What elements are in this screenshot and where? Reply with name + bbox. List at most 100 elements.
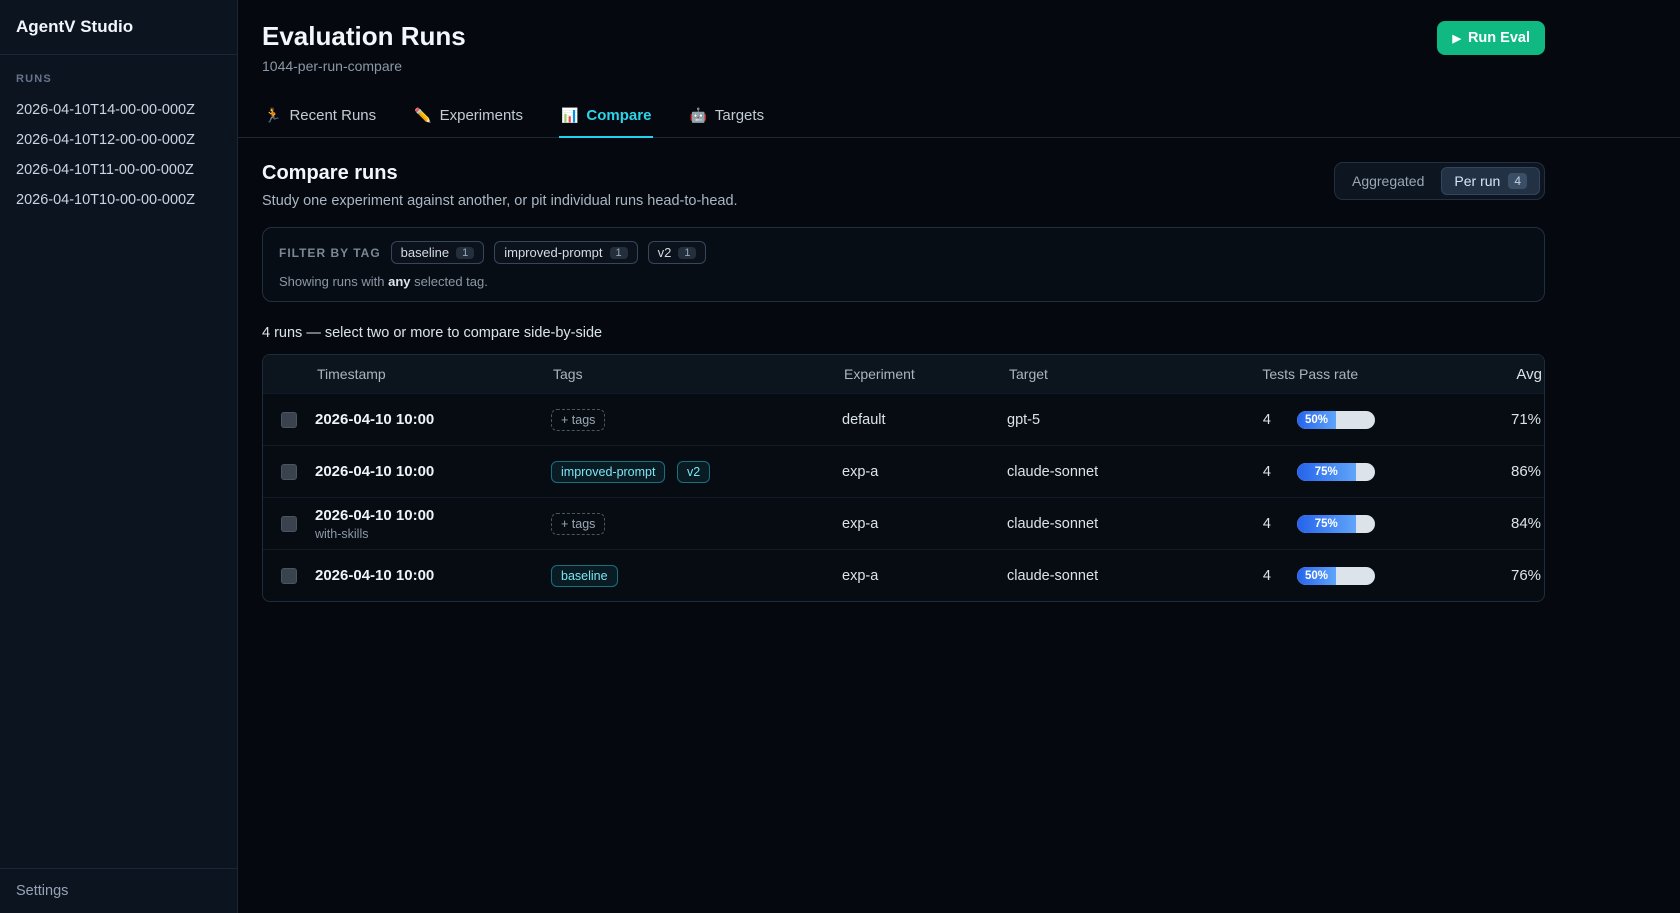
run-target: claude-sonnet xyxy=(1007,516,1237,532)
compare-section-header: Compare runs Study one experiment agains… xyxy=(238,162,1680,209)
run-avg: 76% xyxy=(1511,567,1545,584)
sidebar-section-label: RUNS xyxy=(0,55,237,95)
tab-label: Targets xyxy=(715,107,764,124)
table-row: 2026-04-10 10:00 improved-prompt v2 exp-… xyxy=(263,445,1544,497)
pass-rate-fill: 75% xyxy=(1297,463,1356,481)
run-experiment: exp-a xyxy=(842,464,1007,480)
filter-label: FILTER BY TAG xyxy=(279,246,381,260)
run-experiment: exp-a xyxy=(842,516,1007,532)
per-run-count-badge: 4 xyxy=(1508,173,1527,189)
col-tests: Tests xyxy=(1237,366,1297,382)
view-mode-toggle: Aggregated Per run 4 xyxy=(1334,162,1545,200)
run-experiment: default xyxy=(842,412,1007,428)
chip-label: improved-prompt xyxy=(504,245,602,260)
pass-rate-bar: 50% xyxy=(1297,567,1375,585)
runner-icon: 🏃 xyxy=(264,107,281,124)
run-tests: 4 xyxy=(1237,516,1297,532)
bar-chart-icon: 📊 xyxy=(561,107,578,124)
tag-chip[interactable]: improved-prompt xyxy=(551,461,665,483)
robot-icon: 🤖 xyxy=(689,107,706,124)
run-target: gpt-5 xyxy=(1007,412,1237,428)
run-eval-label: Run Eval xyxy=(1468,30,1530,46)
pass-rate-bar: 50% xyxy=(1297,411,1375,429)
run-tests: 4 xyxy=(1237,568,1297,584)
toggle-per-run-label: Per run xyxy=(1454,173,1500,189)
row-checkbox[interactable] xyxy=(281,516,297,532)
tab-label: Experiments xyxy=(440,107,523,124)
filter-chip-improved-prompt[interactable]: improved-prompt 1 xyxy=(494,241,637,264)
sidebar-item-settings[interactable]: Settings xyxy=(0,868,237,913)
chip-count-badge: 1 xyxy=(610,247,628,259)
run-avg: 84% xyxy=(1511,515,1545,532)
pass-rate-label: 75% xyxy=(1315,466,1338,478)
row-checkbox[interactable] xyxy=(281,568,297,584)
col-timestamp: Timestamp xyxy=(315,366,551,382)
chip-label: baseline xyxy=(401,245,449,260)
row-checkbox[interactable] xyxy=(281,412,297,428)
toggle-per-run[interactable]: Per run 4 xyxy=(1441,167,1540,195)
tab-compare[interactable]: 📊 Compare xyxy=(559,98,653,138)
pass-rate-bar: 75% xyxy=(1297,515,1375,533)
row-checkbox[interactable] xyxy=(281,464,297,480)
runs-table: Timestamp Tags Experiment Target Tests P… xyxy=(262,354,1545,602)
tab-recent-runs[interactable]: 🏃 Recent Runs xyxy=(262,98,378,138)
sidebar-spacer xyxy=(0,215,237,868)
tab-targets[interactable]: 🤖 Targets xyxy=(687,98,766,138)
run-timestamp: 2026-04-10 10:00 xyxy=(315,463,551,480)
col-experiment: Experiment xyxy=(842,366,1007,382)
page-title: Evaluation Runs xyxy=(262,21,466,52)
sidebar-run-item[interactable]: 2026-04-10T14-00-00-000Z xyxy=(0,95,237,125)
chip-count-badge: 1 xyxy=(456,247,474,259)
run-sublabel: with-skills xyxy=(315,527,551,541)
main-content: Evaluation Runs 1044-per-run-compare ▶ R… xyxy=(238,0,1680,913)
compare-heading: Compare runs xyxy=(262,162,738,185)
toggle-aggregated[interactable]: Aggregated xyxy=(1339,167,1437,195)
table-header-row: Timestamp Tags Experiment Target Tests P… xyxy=(263,355,1544,393)
tag-chip[interactable]: v2 xyxy=(677,461,710,483)
play-icon: ▶ xyxy=(1452,32,1460,45)
table-row: 2026-04-10 10:00 with-skills + tags exp-… xyxy=(263,497,1544,549)
run-target: claude-sonnet xyxy=(1007,464,1237,480)
tab-label: Compare xyxy=(586,107,651,124)
sidebar: AgentV Studio RUNS 2026-04-10T14-00-00-0… xyxy=(0,0,238,913)
add-tags-button[interactable]: + tags xyxy=(551,409,605,431)
app-title: AgentV Studio xyxy=(0,0,237,55)
compare-subheading: Study one experiment against another, or… xyxy=(262,193,738,209)
tab-bar: 🏃 Recent Runs ✏️ Experiments 📊 Compare 🤖… xyxy=(238,98,1680,138)
tag-filter-panel: FILTER BY TAG baseline 1 improved-prompt… xyxy=(262,227,1545,302)
pass-rate-label: 50% xyxy=(1305,414,1328,426)
sidebar-run-item[interactable]: 2026-04-10T12-00-00-000Z xyxy=(0,125,237,155)
col-pass-rate: Pass rate xyxy=(1297,366,1511,382)
chip-label: v2 xyxy=(658,245,672,260)
run-eval-button[interactable]: ▶ Run Eval xyxy=(1437,21,1545,55)
tab-label: Recent Runs xyxy=(289,107,376,124)
col-avg: Avg xyxy=(1511,366,1544,383)
run-avg: 71% xyxy=(1511,411,1545,428)
filter-chip-v2[interactable]: v2 1 xyxy=(648,241,707,264)
table-row: 2026-04-10 10:00 + tags default gpt-5 4 … xyxy=(263,393,1544,445)
filter-note: Showing runs with any selected tag. xyxy=(279,274,1528,289)
chip-count-badge: 1 xyxy=(678,247,696,259)
pass-rate-label: 50% xyxy=(1305,570,1328,582)
add-tags-button[interactable]: + tags xyxy=(551,513,605,535)
col-target: Target xyxy=(1007,366,1237,382)
sidebar-run-item[interactable]: 2026-04-10T10-00-00-000Z xyxy=(0,185,237,215)
pass-rate-fill: 50% xyxy=(1297,567,1336,585)
run-tests: 4 xyxy=(1237,464,1297,480)
run-target: claude-sonnet xyxy=(1007,568,1237,584)
table-row: 2026-04-10 10:00 baseline exp-a claude-s… xyxy=(263,549,1544,601)
run-avg: 86% xyxy=(1511,463,1545,480)
sidebar-run-item[interactable]: 2026-04-10T11-00-00-000Z xyxy=(0,155,237,185)
run-tests: 4 xyxy=(1237,412,1297,428)
runs-summary: 4 runs — select two or more to compare s… xyxy=(262,325,1545,341)
run-experiment: exp-a xyxy=(842,568,1007,584)
filter-chip-baseline[interactable]: baseline 1 xyxy=(391,241,485,264)
tag-chip[interactable]: baseline xyxy=(551,565,618,587)
pass-rate-fill: 75% xyxy=(1297,515,1356,533)
tab-experiments[interactable]: ✏️ Experiments xyxy=(412,98,525,138)
col-tags: Tags xyxy=(551,366,842,382)
run-timestamp: 2026-04-10 10:00 xyxy=(315,567,551,584)
page-header: Evaluation Runs 1044-per-run-compare ▶ R… xyxy=(238,0,1680,74)
run-timestamp: 2026-04-10 10:00 xyxy=(315,411,551,428)
pencil-icon: ✏️ xyxy=(414,107,431,124)
